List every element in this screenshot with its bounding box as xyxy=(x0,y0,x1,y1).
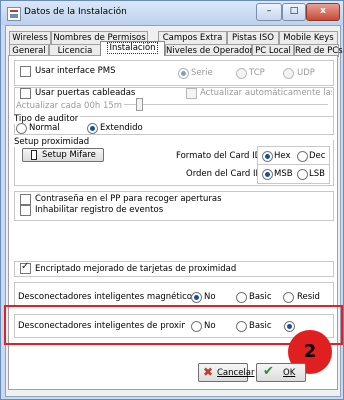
ok-button[interactable]: ✔ OK xyxy=(256,363,306,382)
wired-doors-label: Usar puertas cableadas xyxy=(35,88,136,98)
magnetic-no-radio[interactable] xyxy=(191,292,202,303)
encrypted-checkbox[interactable] xyxy=(20,261,31,274)
pms-serie-label: Serie xyxy=(191,68,213,78)
tab-mobile-keys[interactable]: Mobile Keys xyxy=(279,31,338,44)
cancel-label: Cancelar xyxy=(217,368,255,378)
cancel-x-icon: ✖ xyxy=(203,365,214,379)
cancel-button[interactable]: ✖ Cancelar xyxy=(198,363,255,382)
encrypted-label: Encriptado mejorado de tarjetas de proxi… xyxy=(35,264,237,274)
format-dec-radio[interactable] xyxy=(297,151,308,162)
setup-mifare-label: Setup Mifare xyxy=(42,150,96,160)
format-dec-label: Dec xyxy=(309,151,326,161)
order-msb-label: MSB xyxy=(274,169,293,179)
pp-password-checkbox[interactable] xyxy=(20,194,31,205)
update-interval-slider-handle[interactable] xyxy=(136,98,143,111)
magnetic-resid-label: Resid xyxy=(297,292,320,302)
pms-tcp-label: TCP xyxy=(249,68,265,78)
card-id-order-label: Orden del Card ID : xyxy=(186,169,268,179)
auditor-extendido-label: Extendido xyxy=(100,123,143,133)
wired-doors-checkbox[interactable] xyxy=(20,88,31,99)
order-msb-radio[interactable] xyxy=(262,169,273,180)
pms-udp-label: UDP xyxy=(297,68,315,78)
auditor-normal-label: Normal xyxy=(29,123,60,133)
pms-label: Usar interface PMS xyxy=(35,66,116,76)
magnetic-resid-radio[interactable] xyxy=(283,292,294,303)
auto-update-label: Actualizar automáticamente las puertas xyxy=(200,88,332,98)
format-hex-label: Hex xyxy=(274,151,291,161)
pp-password-label: Contraseña en el PP para recoger apertur… xyxy=(35,194,222,204)
close-button[interactable]: x xyxy=(306,3,340,21)
magnetic-no-label: No xyxy=(204,292,216,302)
magnetic-label: Desconectadores inteligentes magnéticos xyxy=(18,292,197,302)
card-icon xyxy=(31,150,37,160)
auto-update-checkbox[interactable] xyxy=(186,88,197,99)
order-lsb-label: LSB xyxy=(309,169,325,179)
app-icon xyxy=(7,7,21,21)
magnetic-basic-radio[interactable] xyxy=(236,292,247,303)
setup-mifare-button[interactable]: Setup Mifare xyxy=(22,148,104,162)
format-hex-radio[interactable] xyxy=(262,151,273,162)
tab-instalacion[interactable]: Instalación xyxy=(100,41,165,56)
disable-log-checkbox[interactable] xyxy=(20,205,31,216)
minimize-button[interactable]: – xyxy=(256,3,282,21)
tab-instalacion-label: Instalación xyxy=(107,42,158,54)
card-id-format-label: Formato del Card ID : xyxy=(176,151,267,161)
maximize-button[interactable]: □ xyxy=(282,3,306,21)
tab-wireless[interactable]: Wireless xyxy=(9,31,51,44)
update-interval-label: Actualizar cada 00h 15m xyxy=(16,101,123,111)
auditor-normal-radio[interactable] xyxy=(16,123,27,134)
pms-tcp-radio[interactable] xyxy=(236,68,247,79)
tab-pistas-iso[interactable]: Pistas ISO xyxy=(227,31,279,44)
magnetic-basic-label: Basic xyxy=(249,292,272,302)
order-lsb-radio[interactable] xyxy=(297,169,308,180)
proximity-title: Setup proximidad xyxy=(14,137,92,147)
tab-campos-extra[interactable]: Campos Extra xyxy=(158,31,227,44)
pms-udp-radio[interactable] xyxy=(283,68,294,79)
pms-serie-radio[interactable] xyxy=(178,68,189,79)
ok-label: OK xyxy=(283,368,296,378)
update-interval-track xyxy=(124,104,328,105)
check-icon: ✔ xyxy=(263,364,274,379)
pms-checkbox[interactable] xyxy=(20,66,31,77)
window-title: Datos de la Instalación xyxy=(24,7,127,17)
auditor-extendido-radio[interactable] xyxy=(87,123,98,134)
title-bar: Datos de la Instalación – □ x xyxy=(1,1,343,25)
disable-log-label: Inhabilitar registro de eventos xyxy=(35,205,164,215)
